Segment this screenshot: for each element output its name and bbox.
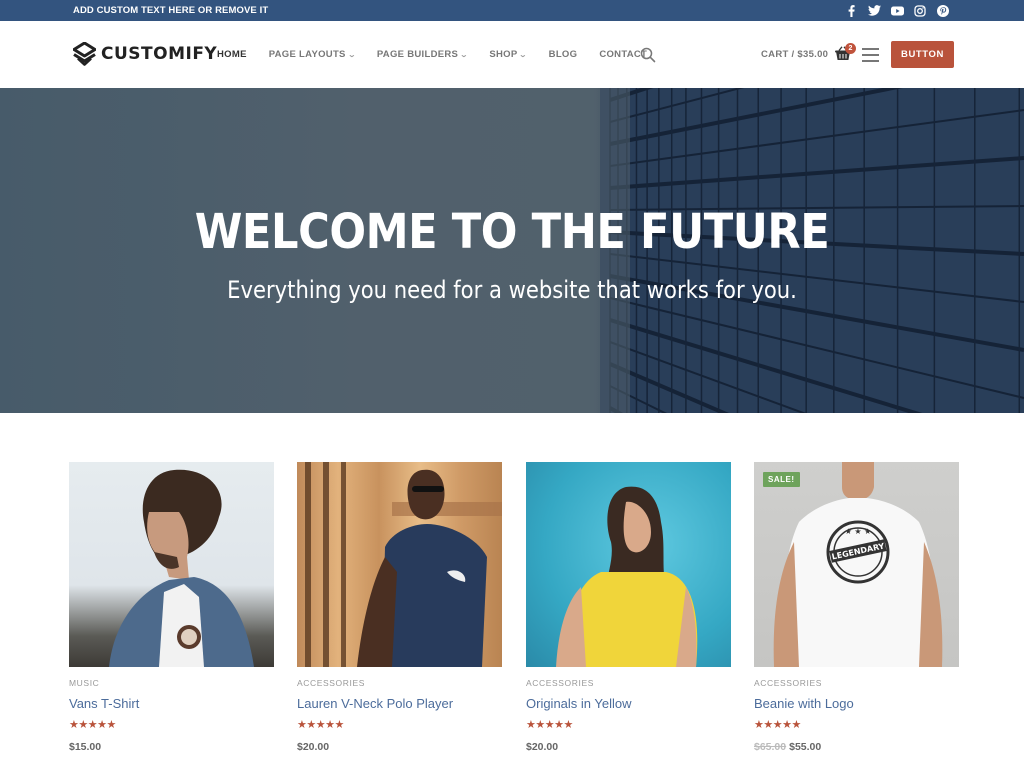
product-photo-man-denim: [109, 469, 254, 667]
product-card[interactable]: LEGENDARY ★ ★ ★ SALE! ACCESSORIES Beanie…: [754, 462, 959, 753]
nav-label: HOME: [217, 49, 247, 60]
nav-item-home[interactable]: HOME: [217, 49, 247, 60]
product-image[interactable]: [526, 462, 731, 667]
main-nav: HOME PAGE LAYOUTS ⌄ PAGE BUILDERS ⌄ SHOP ⌄ …: [217, 49, 669, 60]
nav-label: SHOP: [489, 49, 518, 60]
price-current: $20.00: [297, 741, 330, 753]
nav-label: PAGE LAYOUTS: [268, 49, 346, 60]
chevron-down-icon: ⌄: [347, 51, 357, 59]
chevron-down-icon: ⌄: [519, 51, 528, 59]
nav-item-page-layouts[interactable]: PAGE LAYOUTS ⌄: [268, 49, 357, 60]
star-rating: ★★★★★: [297, 719, 344, 731]
nav-item-blog[interactable]: BLOG: [549, 49, 578, 60]
star-rating: ★★★★★: [754, 719, 801, 731]
hero-banner: WELCOME TO THE FUTURE Everything you nee…: [0, 88, 1024, 413]
logo[interactable]: CUSTOMIFY: [73, 42, 217, 66]
price-current: $55.00: [789, 741, 822, 753]
logo-text: CUSTOMIFY: [101, 44, 218, 64]
nav-label: BLOG: [548, 49, 578, 60]
product-price: $15.00: [69, 741, 101, 753]
instagram-icon[interactable]: [913, 4, 927, 17]
logo-icon: [73, 42, 96, 66]
top-bar-text: ADD CUSTOM TEXT HERE OR REMOVE IT: [73, 5, 269, 16]
product-image[interactable]: [69, 462, 274, 667]
price-current: $15.00: [69, 741, 102, 753]
product-price: $65.00 $55.00: [754, 741, 821, 753]
facebook-icon[interactable]: [844, 4, 858, 17]
youtube-icon[interactable]: [890, 4, 904, 17]
product-name[interactable]: Vans T-Shirt: [69, 696, 139, 711]
top-bar: ADD CUSTOM TEXT HERE OR REMOVE IT: [0, 0, 1024, 21]
star-rating: ★★★★★: [526, 719, 573, 731]
price-original: $65.00: [754, 741, 787, 753]
cart-count-badge: 2: [845, 43, 856, 54]
product-name[interactable]: Beanie with Logo: [754, 696, 854, 711]
product-name[interactable]: Lauren V-Neck Polo Player: [297, 696, 453, 711]
product-image[interactable]: [297, 462, 502, 667]
product-name[interactable]: Originals in Yellow: [526, 696, 632, 711]
social-links: [844, 4, 950, 17]
hero-title: WELCOME TO THE FUTURE: [194, 204, 830, 260]
nav-item-shop[interactable]: SHOP ⌄: [489, 49, 528, 60]
product-card[interactable]: ACCESSORIES Lauren V-Neck Polo Player ★★…: [297, 462, 502, 753]
search-icon[interactable]: [640, 47, 656, 63]
nav-label: PAGE BUILDERS: [376, 49, 459, 60]
pinterest-icon[interactable]: [936, 4, 950, 17]
nav-item-page-builders[interactable]: PAGE BUILDERS ⌄: [377, 49, 468, 60]
svg-text:★ ★ ★: ★ ★ ★: [845, 527, 872, 536]
product-card[interactable]: ACCESSORIES Originals in Yellow ★★★★★ $2…: [526, 462, 731, 753]
cart-link[interactable]: CART / $35.00: [761, 49, 828, 60]
product-category[interactable]: ACCESSORIES: [754, 678, 822, 688]
product-card[interactable]: MUSIC Vans T-Shirt ★★★★★ $15.00: [69, 462, 274, 753]
product-category[interactable]: ACCESSORIES: [526, 678, 594, 688]
hero-subtitle: Everything you need for a website that w…: [227, 276, 797, 304]
product-category[interactable]: ACCESSORIES: [297, 678, 365, 688]
header-button[interactable]: BUTTON: [891, 41, 954, 68]
product-category[interactable]: MUSIC: [69, 678, 99, 688]
star-rating: ★★★★★: [69, 719, 116, 731]
site-header: CUSTOMIFY HOME PAGE LAYOUTS ⌄ PAGE BUILDE…: [0, 21, 1024, 88]
sale-badge: SALE!: [763, 472, 800, 487]
product-price: $20.00: [526, 741, 558, 753]
price-current: $20.00: [526, 741, 559, 753]
product-photo-man-white-tee: LEGENDARY ★ ★ ★: [773, 462, 943, 667]
product-image[interactable]: LEGENDARY ★ ★ ★ SALE!: [754, 462, 959, 667]
chevron-down-icon: ⌄: [459, 51, 469, 59]
menu-icon[interactable]: [862, 48, 879, 62]
product-photo-woman-yellow-tee: [556, 486, 698, 667]
product-photo-man-navy-tee: [305, 462, 502, 667]
twitter-icon[interactable]: [867, 4, 881, 17]
product-price: $20.00: [297, 741, 329, 753]
